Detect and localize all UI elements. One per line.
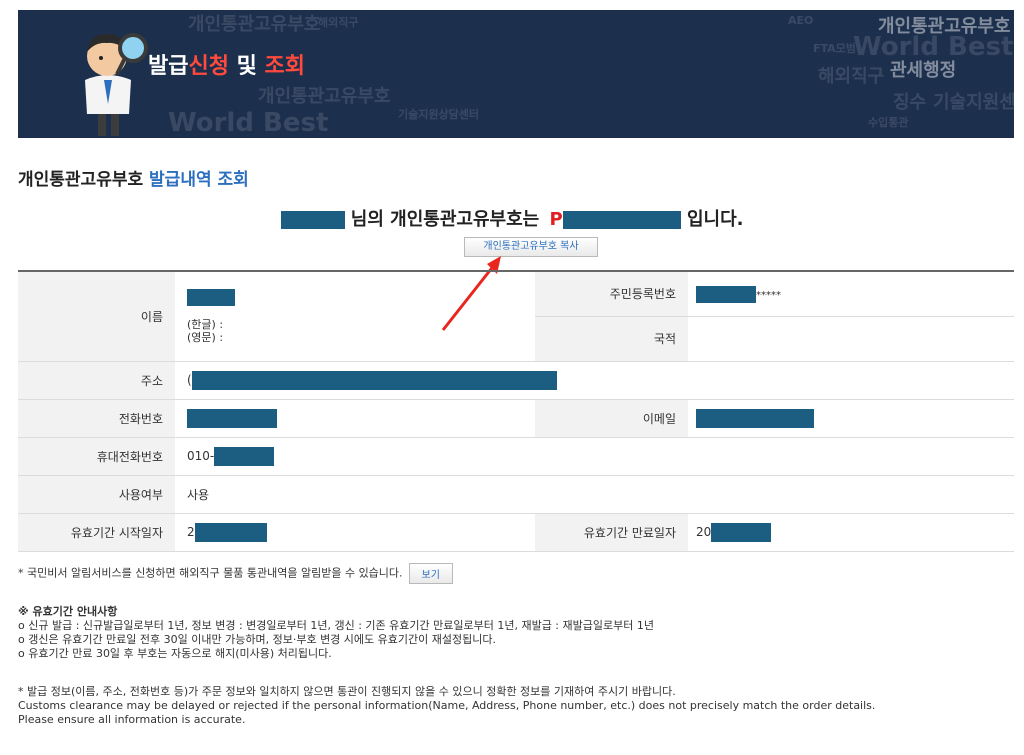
end-date-value: 20	[688, 513, 1014, 552]
phone-label: 전화번호	[18, 399, 175, 438]
disclaimer-korean: * 발급 정보(이름, 주소, 전화번호 등)가 주문 정보와 일치하지 않으면…	[18, 685, 676, 698]
name-label: 이름	[18, 271, 175, 362]
redacted-rrn	[696, 286, 756, 303]
redacted-email	[696, 409, 814, 428]
redacted-name	[187, 289, 235, 306]
customs-code-info-table: 이름 (한글) : (영문) : 주민등록번호 국적 ***** 주소 ( 전화…	[18, 270, 1014, 552]
redacted-mobile	[214, 447, 275, 466]
table-row: 주소 (	[18, 361, 1014, 400]
banner-bg-text: 해외직구	[818, 66, 885, 87]
banner-title-part: 신청	[188, 54, 229, 79]
disclaimer-english: Customs clearance may be delayed or reje…	[18, 699, 876, 712]
banner-title-part: 및	[228, 54, 265, 79]
banner-bg-text: 수입통관	[868, 116, 909, 129]
table-row: 전화번호 이메일	[18, 399, 1014, 438]
table-row: 사용여부 사용	[18, 475, 1014, 514]
headline-text: 님의 개인통관고유부호는	[344, 209, 546, 230]
redacted-end-date	[711, 523, 772, 542]
nationality-label: 국적	[653, 332, 676, 346]
end-date-label: 유효기간 만료일자	[535, 513, 688, 552]
banner-bg-text: World Best	[168, 108, 329, 138]
table-row: 휴대전화번호 010-	[18, 437, 1014, 476]
notice-item: o 유효기간 만료 30일 후 부호는 자동으로 해지(미사용) 처리됩니다.	[18, 647, 332, 660]
start-date-prefix: 2	[187, 525, 195, 539]
redacted-name	[280, 211, 345, 229]
alert-service-note: * 국민비서 알림서비스를 신청하면 해외직구 물품 통관내역을 알림받을 수 …	[18, 563, 453, 584]
banner-bg-text: 관세행정	[890, 60, 957, 81]
banner-bg-text: 개인통관고유부호	[258, 86, 391, 107]
customs-code-prefix: P	[549, 209, 563, 230]
start-date-label: 유효기간 시작일자	[18, 513, 175, 552]
banner-bg-text: AEO	[788, 14, 814, 27]
phone-value	[175, 399, 535, 438]
rrn-nationality-values: *****	[688, 271, 1014, 362]
notice-item: o 신규 발급 : 신규발급일로부터 1년, 정보 변경 : 변경일로부터 1년…	[18, 619, 654, 632]
usage-label: 사용여부	[18, 475, 175, 514]
rrn-value: *****	[688, 272, 1014, 317]
mobile-prefix: 010-	[187, 449, 215, 463]
rrn-label: 주민등록번호	[535, 272, 688, 317]
table-row: 이름 (한글) : (영문) : 주민등록번호 국적 *****	[18, 271, 1014, 362]
start-date-value: 2	[175, 513, 535, 552]
email-label: 이메일	[535, 399, 688, 438]
header-banner: 개인통관고유부호 해외직구 개인통관고유부호 World Best 기술지원상담…	[18, 10, 1014, 138]
notice-item: o 갱신은 유효기간 만료일 전후 30일 이내만 가능하며, 정보·부호 변경…	[18, 633, 496, 646]
usage-value: 사용	[175, 475, 1014, 514]
banner-bg-text: 해외직구	[318, 16, 359, 29]
address-label: 주소	[18, 361, 175, 400]
name-english: (영문) :	[187, 331, 224, 344]
nationality-value	[688, 317, 1014, 361]
banner-bg-text: 기술지원상담센터	[398, 108, 479, 121]
name-korean: (한글) :	[187, 318, 224, 331]
redacted-address	[191, 371, 557, 390]
banner-bg-text: 징수	[893, 92, 927, 113]
rrn-nationality-labels: 주민등록번호 국적	[535, 271, 688, 362]
customs-code-headline: 님의 개인통관고유부호는 P 입니다.	[0, 205, 1024, 231]
name-value: (한글) : (영문) :	[175, 271, 535, 362]
end-date-prefix: 20	[696, 525, 712, 539]
redacted-phone	[187, 409, 277, 428]
banner-title: 발급신청 및 조회	[148, 48, 305, 80]
table-row: 유효기간 시작일자 2 유효기간 만료일자 20	[18, 513, 1014, 552]
validity-notice: ※ 유효기간 안내사항 o 신규 발급 : 신규발급일로부터 1년, 정보 변경…	[18, 605, 654, 661]
page-title-part: 발급내역 조회	[149, 170, 249, 190]
redacted-start-date	[194, 523, 267, 542]
redacted-customs-code	[562, 211, 681, 229]
banner-bg-text: FTA모범	[813, 42, 856, 55]
page-title: 개인통관고유부호 발급내역 조회	[18, 165, 249, 190]
banner-bg-text: 개인통관고유부호	[188, 14, 321, 35]
address-value: (	[175, 361, 1014, 400]
disclaimer-english: Please ensure all information is accurat…	[18, 713, 246, 726]
banner-bg-text: 기술지원센터	[933, 92, 1014, 113]
banner-title-part: 발급	[148, 54, 189, 79]
mobile-value: 010-	[175, 437, 1014, 476]
page-title-part: 개인통관고유부호	[18, 170, 150, 190]
email-value	[688, 399, 1014, 438]
headline-text: 입니다.	[680, 209, 744, 230]
rrn-mask: *****	[756, 290, 781, 301]
banner-title-part: 조회	[264, 54, 306, 79]
mobile-label: 휴대전화번호	[18, 437, 175, 476]
accuracy-disclaimer: * 발급 정보(이름, 주소, 전화번호 등)가 주문 정보와 일치하지 않으면…	[18, 685, 875, 727]
notice-heading: ※ 유효기간 안내사항	[18, 605, 118, 618]
alert-service-text: * 국민비서 알림서비스를 신청하면 해외직구 물품 통관내역을 알림받을 수 …	[18, 566, 403, 580]
mascot-illustration	[85, 33, 148, 136]
view-button[interactable]: 보기	[408, 563, 453, 584]
